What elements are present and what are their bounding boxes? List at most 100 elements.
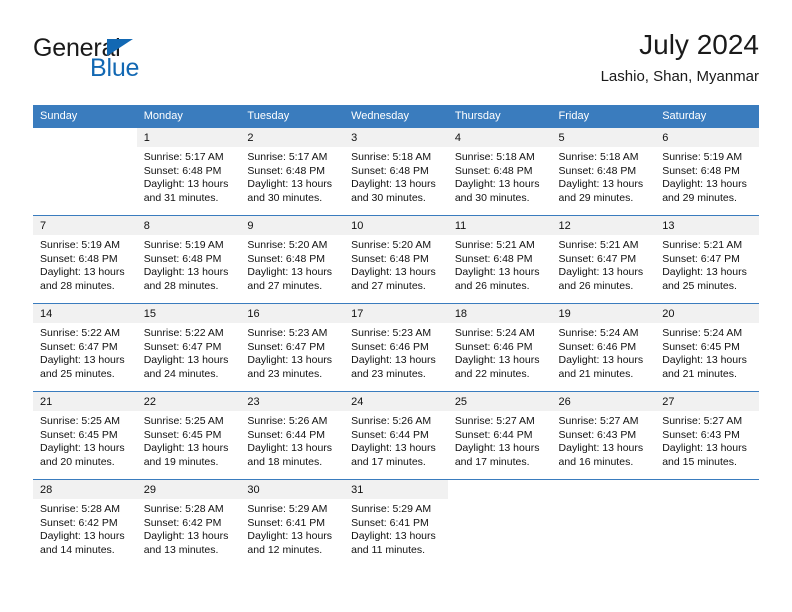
daylight-text-line1: Daylight: 13 hours	[247, 178, 333, 191]
sunrise-text: Sunrise: 5:18 AM	[351, 151, 432, 163]
calendar-day-cell[interactable]: 6 Sunrise: 5:19 AM Sunset: 6:48 PM Daylight…	[655, 127, 759, 216]
calendar-day-cell[interactable]: 12 Sunrise: 5:21 AM Sunset: 6:47 PM Dayligh…	[551, 215, 656, 304]
daylight-text-line2: and 29 minutes.	[558, 191, 634, 204]
day-details: Sunrise: 5:23 AM Sunset: 6:47 PM Daylight:…	[240, 323, 344, 381]
sunrise-text: Sunrise: 5:26 AM	[351, 415, 432, 427]
calendar-day-cell[interactable]: 1 Sunrise: 5:17 AM Sunset: 6:48 PM Daylight…	[136, 127, 241, 216]
daylight-text-line1: Daylight: 13 hours	[247, 442, 333, 455]
calendar-day-cell[interactable]: 24 Sunrise: 5:26 AM Sunset: 6:44 PM Dayligh…	[344, 391, 448, 480]
daylight-text-line1: Daylight: 13 hours	[454, 266, 540, 279]
calendar-table: Sunday Monday Tuesday Wednesday Thursday Frid…	[33, 105, 759, 567]
calendar-day-cell[interactable]: 14 Sunrise: 5:22 AM Sunset: 6:47 PM Dayligh…	[33, 303, 137, 392]
page-title: July 2024	[639, 29, 759, 60]
day-details: Sunrise: 5:17 AM Sunset: 6:48 PM Daylight:…	[137, 147, 241, 205]
calendar-day-cell[interactable]: 30 Sunrise: 5:29 AM Sunset: 6:41 PM Dayligh…	[240, 479, 345, 567]
sunset-text: Sunset: 6:47 PM	[247, 340, 326, 353]
sunset-text: Sunset: 6:44 PM	[247, 428, 326, 441]
day-number	[655, 480, 759, 499]
sunset-text: Sunset: 6:48 PM	[247, 252, 326, 265]
sunrise-text: Sunrise: 5:29 AM	[351, 503, 432, 515]
calendar-day-cell[interactable]: 16 Sunrise: 5:23 AM Sunset: 6:47 PM Dayligh…	[240, 303, 345, 392]
day-number: 14	[33, 304, 137, 323]
calendar-day-cell[interactable]: 27 Sunrise: 5:27 AM Sunset: 6:43 PM Dayligh…	[655, 391, 759, 480]
daylight-text-line2: and 30 minutes.	[351, 191, 426, 204]
sunrise-text: Sunrise: 5:17 AM	[247, 151, 328, 163]
daylight-text-line1: Daylight: 13 hours	[662, 442, 747, 455]
calendar-day-cell[interactable]: 3 Sunrise: 5:18 AM Sunset: 6:48 PM Daylight…	[344, 127, 448, 216]
day-number: 18	[447, 304, 552, 323]
day-details: Sunrise: 5:21 AM Sunset: 6:47 PM Daylight:…	[655, 235, 759, 293]
daylight-text-line1: Daylight: 13 hours	[558, 354, 644, 367]
calendar-page: General Blue July 2024 Lashio, Shan, Mya…	[0, 0, 792, 612]
daylight-text-line2: and 21 minutes.	[662, 367, 737, 380]
day-number: 28	[33, 480, 137, 499]
calendar-day-cell[interactable]: 11 Sunrise: 5:21 AM Sunset: 6:48 PM Dayligh…	[447, 215, 552, 304]
calendar-day-cell[interactable]: 31 Sunrise: 5:29 AM Sunset: 6:41 PM Dayligh…	[344, 479, 448, 567]
sunrise-text: Sunrise: 5:24 AM	[454, 327, 535, 339]
calendar-cell-empty	[33, 127, 137, 216]
calendar-day-cell[interactable]: 8 Sunrise: 5:19 AM Sunset: 6:48 PM Daylight…	[136, 215, 241, 304]
calendar-day-cell[interactable]: 25 Sunrise: 5:27 AM Sunset: 6:44 PM Dayligh…	[447, 391, 552, 480]
weekday-header-thursday: Thursday	[447, 105, 552, 128]
calendar-day-cell[interactable]: 15 Sunrise: 5:22 AM Sunset: 6:47 PM Dayligh…	[136, 303, 241, 392]
sunrise-text: Sunrise: 5:27 AM	[454, 415, 535, 427]
calendar-day-cell[interactable]: 20 Sunrise: 5:24 AM Sunset: 6:45 PM Dayligh…	[655, 303, 759, 392]
calendar-day-cell[interactable]: 26 Sunrise: 5:27 AM Sunset: 6:43 PM Dayligh…	[551, 391, 656, 480]
sunset-text: Sunset: 6:48 PM	[351, 252, 429, 265]
sunset-text: Sunset: 6:46 PM	[454, 340, 533, 353]
calendar-day-cell[interactable]: 28 Sunrise: 5:28 AM Sunset: 6:42 PM Dayligh…	[33, 479, 137, 567]
calendar-day-cell[interactable]: 9 Sunrise: 5:20 AM Sunset: 6:48 PM Daylight…	[240, 215, 345, 304]
sunrise-text: Sunrise: 5:21 AM	[454, 239, 535, 251]
calendar-day-cell[interactable]: 17 Sunrise: 5:23 AM Sunset: 6:46 PM Dayligh…	[344, 303, 448, 392]
calendar-day-cell[interactable]: 23 Sunrise: 5:26 AM Sunset: 6:44 PM Dayligh…	[240, 391, 345, 480]
daylight-text-line2: and 21 minutes.	[558, 367, 634, 380]
sunrise-text: Sunrise: 5:24 AM	[558, 327, 639, 339]
sunset-text: Sunset: 6:47 PM	[662, 252, 740, 265]
calendar-day-cell[interactable]: 29 Sunrise: 5:28 AM Sunset: 6:42 PM Dayligh…	[136, 479, 241, 567]
day-number: 27	[655, 392, 759, 411]
day-details: Sunrise: 5:20 AM Sunset: 6:48 PM Daylight:…	[240, 235, 344, 293]
calendar-day-cell[interactable]: 21 Sunrise: 5:25 AM Sunset: 6:45 PM Dayligh…	[33, 391, 137, 480]
calendar-day-cell[interactable]: 19 Sunrise: 5:24 AM Sunset: 6:46 PM Dayligh…	[551, 303, 656, 392]
daylight-text-line2: and 18 minutes.	[247, 455, 323, 468]
sunrise-text: Sunrise: 5:26 AM	[247, 415, 328, 427]
daylight-text-line2: and 19 minutes.	[143, 455, 219, 468]
day-number	[33, 128, 137, 147]
day-details: Sunrise: 5:21 AM Sunset: 6:47 PM Daylight:…	[552, 235, 656, 293]
day-number: 9	[240, 216, 345, 235]
sunset-text: Sunset: 6:46 PM	[558, 340, 637, 353]
sunset-text: Sunset: 6:41 PM	[351, 516, 429, 529]
sunset-text: Sunset: 6:43 PM	[558, 428, 637, 441]
daylight-text-line1: Daylight: 13 hours	[247, 354, 333, 367]
daylight-text-line2: and 26 minutes.	[454, 279, 530, 292]
sunrise-text: Sunrise: 5:27 AM	[662, 415, 743, 427]
day-number	[552, 480, 656, 499]
daylight-text-line2: and 31 minutes.	[143, 191, 219, 204]
calendar-day-cell[interactable]: 4 Sunrise: 5:18 AM Sunset: 6:48 PM Daylight…	[447, 127, 552, 216]
day-number: 1	[136, 128, 241, 147]
daylight-text-line2: and 28 minutes.	[40, 279, 115, 292]
calendar-day-cell[interactable]: 13 Sunrise: 5:21 AM Sunset: 6:47 PM Dayligh…	[655, 215, 759, 304]
daylight-text-line2: and 17 minutes.	[351, 455, 426, 468]
day-number: 17	[344, 304, 448, 323]
weekday-header: Sunday Monday Tuesday Wednesday Thursday Frid…	[33, 105, 759, 128]
calendar-day-cell[interactable]: 18 Sunrise: 5:24 AM Sunset: 6:46 PM Dayligh…	[447, 303, 552, 392]
calendar-day-cell[interactable]: 22 Sunrise: 5:25 AM Sunset: 6:45 PM Dayligh…	[136, 391, 241, 480]
daylight-text-line1: Daylight: 13 hours	[40, 266, 125, 279]
weekday-header-saturday: Saturday	[655, 105, 759, 128]
daylight-text-line1: Daylight: 13 hours	[558, 266, 644, 279]
calendar-day-cell[interactable]: 5 Sunrise: 5:18 AM Sunset: 6:48 PM Daylight…	[551, 127, 656, 216]
calendar-day-cell[interactable]: 10 Sunrise: 5:20 AM Sunset: 6:48 PM Dayligh…	[344, 215, 448, 304]
sunrise-text: Sunrise: 5:21 AM	[558, 239, 639, 251]
day-details: Sunrise: 5:21 AM Sunset: 6:48 PM Daylight:…	[448, 235, 552, 293]
day-number: 10	[344, 216, 448, 235]
daylight-text-line1: Daylight: 13 hours	[143, 530, 229, 543]
day-details: Sunrise: 5:26 AM Sunset: 6:44 PM Daylight:…	[344, 411, 448, 469]
sunset-text: Sunset: 6:48 PM	[454, 164, 533, 177]
calendar-day-cell[interactable]: 2 Sunrise: 5:17 AM Sunset: 6:48 PM Daylight…	[240, 127, 345, 216]
day-details: Sunrise: 5:22 AM Sunset: 6:47 PM Daylight:…	[33, 323, 137, 381]
sunset-text: Sunset: 6:42 PM	[143, 516, 222, 529]
sunset-text: Sunset: 6:44 PM	[351, 428, 429, 441]
day-details: Sunrise: 5:18 AM Sunset: 6:48 PM Daylight:…	[448, 147, 552, 205]
calendar-day-cell[interactable]: 7 Sunrise: 5:19 AM Sunset: 6:48 PM Daylight…	[33, 215, 137, 304]
